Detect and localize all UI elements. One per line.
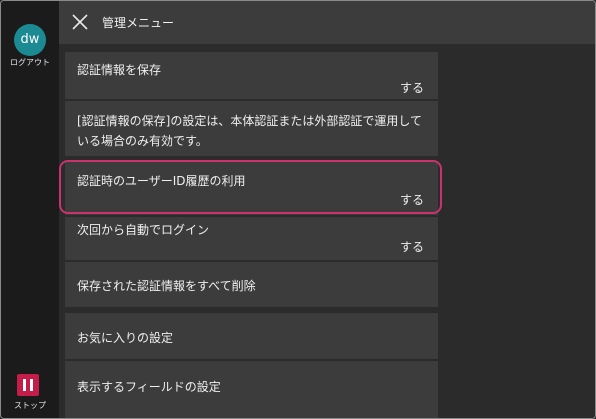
menu-item-label: 認証時のユーザーID履歴の利用 [77,174,246,188]
stop-label[interactable]: ストップ [1,400,59,411]
info-note: [認証情報の保存]の設定は、本体認証または外部認証で運用している場合のみ有効です… [65,101,438,156]
info-note-text: [認証情報の保存]の設定は、本体認証または外部認証で運用している場合のみ有効です… [77,114,423,148]
page-title: 管理メニュー [102,16,175,30]
menu-item-user-id-history[interactable]: 認証時のユーザーID履歴の利用 する [65,161,438,215]
left-sidebar: dw ログアウト ストップ [1,1,59,418]
menu-item-label: お気に入りの設定 [77,331,174,345]
menu-item-display-fields[interactable]: 表示するフィールドの設定 [65,361,438,418]
stop-button[interactable] [17,374,39,396]
menu-item-delete-all[interactable]: 保存された認証情報をすべて削除 [65,262,438,307]
pause-icon-bar-right [30,379,33,391]
menu-item-value: する [399,240,424,254]
logout-label[interactable]: ログアウト [1,57,59,68]
menu-item-value: する [399,193,424,207]
header-bar: 管理メニュー [59,1,595,44]
menu-item-label: 保存された認証情報をすべて削除 [77,279,256,293]
user-avatar[interactable]: dw [14,24,46,56]
empty-right-pane [442,44,595,418]
menu-item-auto-login[interactable]: 次回から自動でログイン する [65,217,438,260]
menu-item-save-auth-info[interactable]: 認証情報を保存 する [65,52,438,99]
menu-item-label: 次回から自動でログイン [77,223,210,237]
menu-item-value: する [399,81,424,95]
screen-frame: dw ログアウト ストップ 管理メニュー 認証情報を保存 する [認証情報の保存… [0,0,596,419]
menu-item-label: 表示するフィールドの設定 [77,380,221,394]
menu-item-label: 認証情報を保存 [77,63,162,77]
close-icon[interactable] [71,13,89,31]
pause-icon-bar-left [23,379,26,391]
menu-item-favorites[interactable]: お気に入りの設定 [65,313,438,359]
